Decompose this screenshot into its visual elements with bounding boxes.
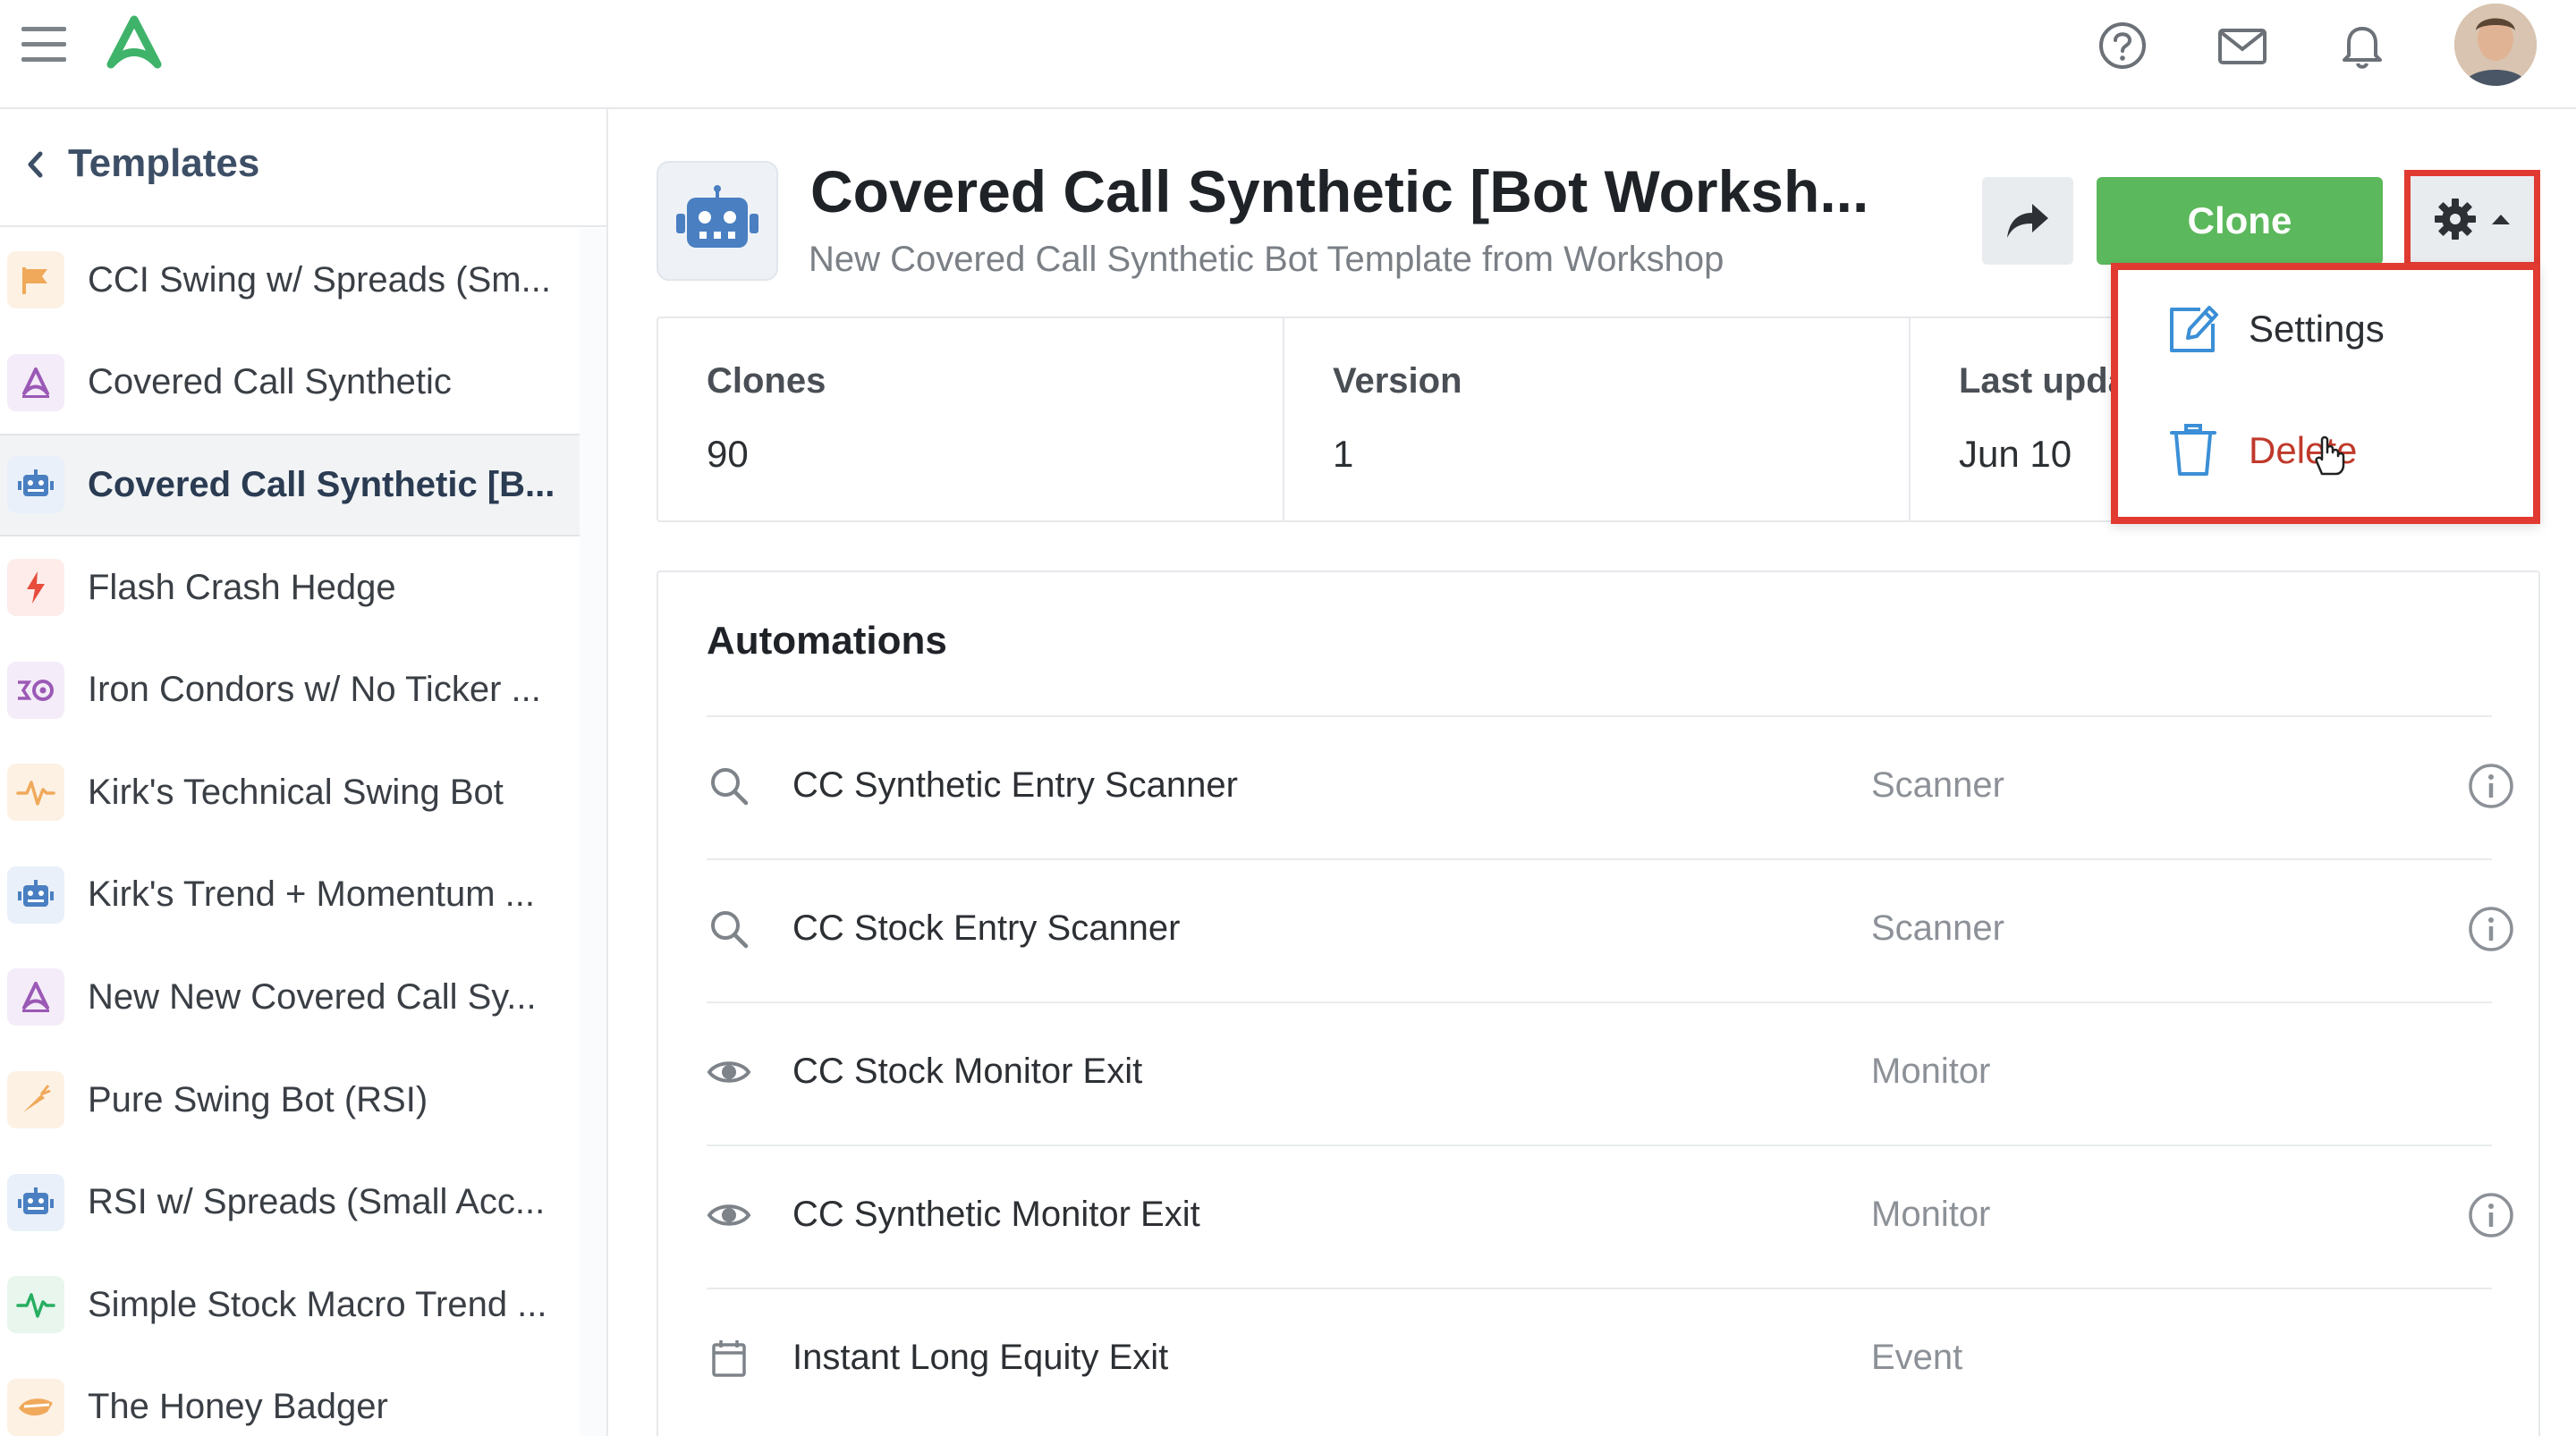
sidebar-item-label: New New Covered Call Sy... (88, 976, 537, 1017)
robot-icon (7, 1173, 64, 1231)
template-robot-icon (657, 161, 778, 281)
bell-icon[interactable] (2336, 20, 2388, 72)
mail-icon[interactable] (2216, 20, 2268, 72)
calendar-icon (707, 1336, 751, 1381)
automation-type: Monitor (1871, 1052, 1991, 1091)
clone-button[interactable]: Clone (2097, 177, 2383, 265)
stat-value: 90 (707, 433, 749, 475)
sidebar-item-template[interactable]: Covered Call Synthetic (0, 332, 580, 435)
trash-icon (2165, 422, 2222, 479)
chevron-left-icon[interactable] (25, 148, 45, 181)
triangle-logo-icon (7, 353, 64, 411)
sidebar-item-template[interactable]: New New Covered Call Sy... (0, 946, 580, 1049)
sidebar-scrollbar[interactable] (580, 229, 606, 1436)
automation-type: Event (1871, 1338, 1963, 1377)
carrot-icon (7, 1071, 64, 1129)
flag-icon (7, 251, 64, 309)
sidebar-item-template[interactable]: Iron Condors w/ No Ticker ... (0, 638, 580, 741)
search-icon (707, 907, 751, 951)
stat-clones: Clones 90 (658, 318, 1284, 520)
hamburger-menu-icon[interactable] (20, 23, 70, 66)
sidebar-title[interactable]: Templates (68, 141, 259, 186)
stat-version: Version 1 (1284, 318, 1911, 520)
gear-icon (2435, 199, 2476, 240)
sidebar-item-template[interactable]: Kirk's Technical Swing Bot (0, 741, 580, 844)
automation-name: CC Stock Entry Scanner (792, 908, 1181, 948)
caret-up-icon (2492, 215, 2510, 224)
sidebar-header: Templates (0, 109, 606, 227)
info-icon[interactable] (2467, 762, 2515, 810)
share-arrow-icon (2007, 204, 2048, 238)
hand-cursor-icon (2315, 435, 2345, 476)
top-bar (0, 0, 2576, 109)
automations-card: Automations CC Synthetic Entry Scanner S… (657, 570, 2540, 1436)
sidebar-item-template[interactable]: Flash Crash Hedge (0, 536, 580, 639)
sidebar-item-label: Kirk's Technical Swing Bot (88, 772, 504, 812)
automation-name: CC Synthetic Monitor Exit (792, 1195, 1200, 1234)
user-avatar[interactable] (2454, 4, 2537, 86)
sidebar-item-label: The Honey Badger (88, 1387, 388, 1427)
sidebar-item-label: Kirk's Trend + Momentum ... (88, 874, 536, 915)
automation-row[interactable]: CC Synthetic Monitor Exit Monitor (707, 1145, 2513, 1288)
sidebar-item-label: Covered Call Synthetic (88, 362, 452, 402)
page-subtitle: New Covered Call Synthetic Bot Template … (809, 240, 1724, 279)
sidebar-item-template[interactable]: CCI Swing w/ Spreads (Sm... (0, 229, 580, 332)
gear-dropdown-button[interactable] (2404, 170, 2540, 268)
automation-type: Scanner (1871, 908, 2004, 948)
template-list: CCI Swing w/ Spreads (Sm... Covered Call… (0, 229, 580, 1436)
share-button[interactable] (1982, 177, 2073, 265)
gear-dropdown-menu: Settings Delete (2111, 263, 2540, 524)
menu-item-label: Settings (2249, 308, 2385, 350)
sidebar-item-label: RSI w/ Spreads (Small Acc... (88, 1182, 546, 1222)
stat-label: Last upda (1959, 361, 2128, 401)
stat-label: Version (1333, 361, 1462, 401)
badger-icon (7, 1378, 64, 1436)
automation-name: Instant Long Equity Exit (792, 1338, 1169, 1377)
search-icon (707, 764, 751, 808)
triangle-logo-icon (7, 968, 64, 1026)
templates-sidebar: Templates CCI Swing w/ Spreads (Sm... Co… (0, 109, 608, 1436)
automation-name: CC Stock Monitor Exit (792, 1052, 1143, 1091)
sidebar-item-label: Iron Condors w/ No Ticker ... (88, 670, 541, 710)
info-icon[interactable] (2467, 905, 2515, 953)
app-logo[interactable] (98, 13, 170, 75)
automation-type: Monitor (1871, 1195, 1991, 1234)
sidebar-item-template[interactable]: Pure Swing Bot (RSI) (0, 1049, 580, 1152)
sidebar-item-label: CCI Swing w/ Spreads (Sm... (88, 259, 551, 300)
edit-icon (2165, 300, 2222, 358)
sidebar-item-template[interactable]: Covered Call Synthetic [B... (0, 434, 580, 536)
stat-value: 1 (1333, 433, 1354, 475)
eye-icon (707, 1193, 751, 1237)
sidebar-item-template[interactable]: Kirk's Trend + Momentum ... (0, 844, 580, 947)
robot-icon (7, 866, 64, 924)
pulse-icon (7, 764, 64, 822)
stat-label: Clones (707, 361, 826, 401)
sidebar-item-template[interactable]: Simple Stock Macro Trend ... (0, 1254, 580, 1356)
sidebar-item-label: Simple Stock Macro Trend ... (88, 1284, 547, 1324)
automation-name: CC Synthetic Entry Scanner (792, 765, 1238, 805)
automation-row[interactable]: CC Stock Monitor Exit Monitor (707, 1001, 2492, 1145)
sidebar-item-label: Flash Crash Hedge (88, 567, 396, 607)
info-icon[interactable] (2467, 1191, 2515, 1239)
eye-icon (707, 1050, 751, 1094)
pulse-icon (7, 1276, 64, 1334)
sidebar-item-label: Pure Swing Bot (RSI) (88, 1079, 428, 1119)
lightning-icon (7, 559, 64, 617)
condor-icon (7, 661, 64, 719)
automation-type: Scanner (1871, 765, 2004, 805)
robot-icon (7, 456, 64, 514)
sidebar-item-label: Covered Call Synthetic [B... (88, 464, 555, 504)
sidebar-item-template[interactable]: RSI w/ Spreads (Small Acc... (0, 1151, 580, 1254)
sidebar-item-template[interactable]: The Honey Badger (0, 1356, 580, 1436)
automation-row[interactable]: Instant Long Equity Exit Event (707, 1288, 2492, 1431)
menu-item-settings[interactable]: Settings (2118, 275, 2533, 383)
help-circle-icon[interactable] (2097, 20, 2148, 72)
page-title: Covered Call Synthetic [Bot Worksh... (810, 158, 1869, 224)
stat-value: Jun 10 (1959, 433, 2072, 475)
automations-title: Automations (707, 619, 947, 663)
automation-row[interactable]: CC Stock Entry Scanner Scanner (707, 858, 2513, 1001)
automation-row[interactable]: CC Synthetic Entry Scanner Scanner (707, 715, 2513, 858)
